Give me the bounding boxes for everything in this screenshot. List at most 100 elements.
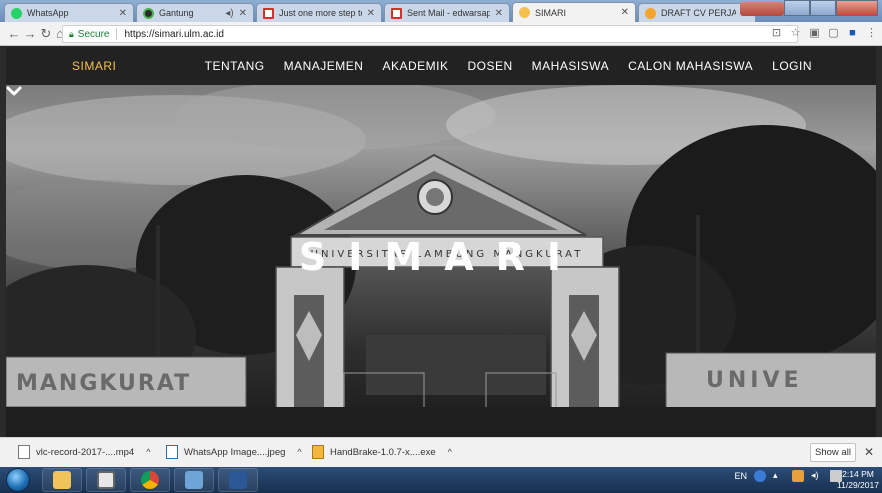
tab-title: Sent Mail - edwarsaputr <box>407 8 490 18</box>
site-navbar: SIMARI TENTANG MANAJEMEN AKADEMIK DOSEN … <box>6 47 876 85</box>
url-text: https://simari.ulm.ac.id <box>124 28 224 40</box>
start-button[interactable] <box>6 468 30 492</box>
downloads-shelf: vlc-record-2017-....mp4 ^ WhatsApp Image… <box>0 437 882 467</box>
download-filename: vlc-record-2017-....mp4 <box>36 446 135 458</box>
help-icon[interactable] <box>754 470 766 482</box>
language-indicator[interactable]: EN <box>734 471 747 481</box>
window-controls <box>784 0 878 16</box>
gate-emblem-inner <box>426 188 444 206</box>
site-icon <box>645 7 656 19</box>
browser-tab-strip: WhatsApp ✕ Gantung ◂) ✕ Just one more st… <box>0 0 882 22</box>
hero-title: SIMARI <box>298 235 584 279</box>
tab-title: Gantung <box>159 8 194 18</box>
chevron-up-icon[interactable]: ^ <box>146 447 150 457</box>
volume-icon[interactable]: ◂) <box>811 470 823 482</box>
close-tab-icon[interactable]: ✕ <box>367 8 375 19</box>
site-brand-link[interactable]: SIMARI <box>72 59 116 73</box>
audio-icon[interactable]: ◂) <box>225 8 233 19</box>
tab-gmail-verify[interactable]: Just one more step to co ✕ <box>256 3 382 22</box>
secure-label: Secure <box>77 28 110 40</box>
nav-link-akademik[interactable]: AKADEMIK <box>382 59 448 73</box>
download-item[interactable]: HandBrake-1.0.7-x....exe ^ <box>312 445 452 459</box>
tab-simari[interactable]: SIMARI ✕ <box>512 2 636 22</box>
web-page: SIMARI TENTANG MANAJEMEN AKADEMIK DOSEN … <box>6 47 876 437</box>
back-arrow-icon[interactable]: ← <box>6 26 22 42</box>
clock-time: 2:14 PM <box>842 469 874 479</box>
lock-icon: 🔒︎ <box>69 28 74 39</box>
download-filename: HandBrake-1.0.7-x....exe <box>330 446 436 458</box>
wall-text-right: UNIVE <box>706 368 803 393</box>
ground <box>6 407 876 437</box>
browser-toolbar: ← → ↻ ⌂ 🔒︎ Secure https://simari.ulm.ac.… <box>0 22 882 46</box>
whatsapp-icon <box>11 7 22 19</box>
extension-icon[interactable]: ▣ <box>808 27 821 40</box>
folder-icon <box>53 471 71 489</box>
forward-arrow-icon[interactable]: → <box>22 26 38 42</box>
nav-link-mahasiswa[interactable]: MAHASISWA <box>532 59 609 73</box>
divider <box>116 28 118 40</box>
nav-link-manajemen[interactable]: MANAJEMEN <box>284 59 364 73</box>
nav-link-tentang[interactable]: TENTANG <box>205 59 265 73</box>
tab-title: DRAFT CV PERJADIN UN <box>661 8 736 18</box>
bookmark-star-icon[interactable]: ☆ <box>789 27 802 40</box>
taskbar-word[interactable] <box>218 468 258 492</box>
close-icon[interactable]: ✕ <box>864 445 874 459</box>
network-icon[interactable] <box>792 470 804 482</box>
translate-icon[interactable]: ⊡ <box>770 27 783 40</box>
profile-button[interactable] <box>740 2 784 16</box>
nav-link-dosen[interactable]: DOSEN <box>467 59 512 73</box>
tab-gantung[interactable]: Gantung ◂) ✕ <box>136 3 254 22</box>
show-all-button[interactable]: Show all <box>810 443 856 462</box>
tray-arrow-icon[interactable]: ▴ <box>773 470 785 482</box>
download-item[interactable]: WhatsApp Image....jpeg ^ <box>166 445 302 459</box>
tab-title: SIMARI <box>535 7 567 18</box>
tab-title: Just one more step to co <box>279 8 362 18</box>
taskbar-calendar[interactable] <box>86 468 126 492</box>
image-file-icon <box>166 445 178 459</box>
tab-draft-cv[interactable]: DRAFT CV PERJADIN UN ✕ <box>638 3 756 22</box>
simari-icon <box>519 7 530 18</box>
tab-gmail-sent[interactable]: Sent Mail - edwarsaputr ✕ <box>384 3 510 22</box>
close-tab-icon[interactable]: ✕ <box>239 8 247 19</box>
gmail-icon <box>263 7 274 19</box>
close-window-button[interactable] <box>836 0 878 16</box>
gmail-icon <box>391 7 402 19</box>
close-tab-icon[interactable]: ✕ <box>621 7 629 18</box>
video-file-icon <box>18 445 30 459</box>
tab-title: WhatsApp <box>27 8 69 18</box>
hero-banner: UNIVERSITAS LAMBUNG MANGKURAT MANGKURAT … <box>6 85 876 437</box>
nav-link-login[interactable]: LOGIN <box>772 59 812 73</box>
wall-text-left: MANGKURAT <box>16 371 191 396</box>
close-tab-icon[interactable]: ✕ <box>495 8 503 19</box>
taskbar-clock[interactable]: 2:14 PM 11/29/2017 <box>836 469 880 491</box>
taskbar-chrome[interactable] <box>130 468 170 492</box>
site-nav-links: TENTANG MANAJEMEN AKADEMIK DOSEN MAHASIS… <box>205 59 812 73</box>
windows-taskbar: EN ▴ ◂) 2:14 PM 11/29/2017 <box>0 467 882 493</box>
tab-whatsapp[interactable]: WhatsApp ✕ <box>4 3 134 22</box>
taskbar-explorer[interactable] <box>42 468 82 492</box>
chevron-down-icon[interactable] <box>6 85 22 97</box>
minimize-button[interactable] <box>784 0 810 16</box>
close-tab-icon[interactable]: ✕ <box>119 8 127 19</box>
cast-icon[interactable]: ▢ <box>827 27 840 40</box>
distant-building <box>366 335 546 395</box>
chrome-icon <box>141 471 159 489</box>
maximize-button[interactable] <box>810 0 836 16</box>
photos-icon <box>185 471 203 489</box>
toolbar-icons: ⊡ ☆ ▣ ▢ ■ ⋮ <box>770 27 878 40</box>
nav-link-calon-mahasiswa[interactable]: CALON MAHASISWA <box>628 59 753 73</box>
download-filename: WhatsApp Image....jpeg <box>184 446 286 458</box>
word-icon <box>229 471 247 489</box>
chevron-up-icon[interactable]: ^ <box>297 447 301 457</box>
calendar-icon <box>97 471 115 489</box>
site-icon <box>143 7 154 19</box>
installer-file-icon <box>312 445 324 459</box>
address-bar[interactable]: 🔒︎ Secure https://simari.ulm.ac.id <box>62 25 798 43</box>
taskbar-photos[interactable] <box>174 468 214 492</box>
download-item[interactable]: vlc-record-2017-....mp4 ^ <box>18 445 150 459</box>
system-tray: EN ▴ ◂) <box>734 470 842 482</box>
clock-date: 11/29/2017 <box>837 480 879 490</box>
extension-blue-icon[interactable]: ■ <box>846 27 859 40</box>
menu-icon[interactable]: ⋮ <box>865 27 878 40</box>
chevron-up-icon[interactable]: ^ <box>448 447 452 457</box>
